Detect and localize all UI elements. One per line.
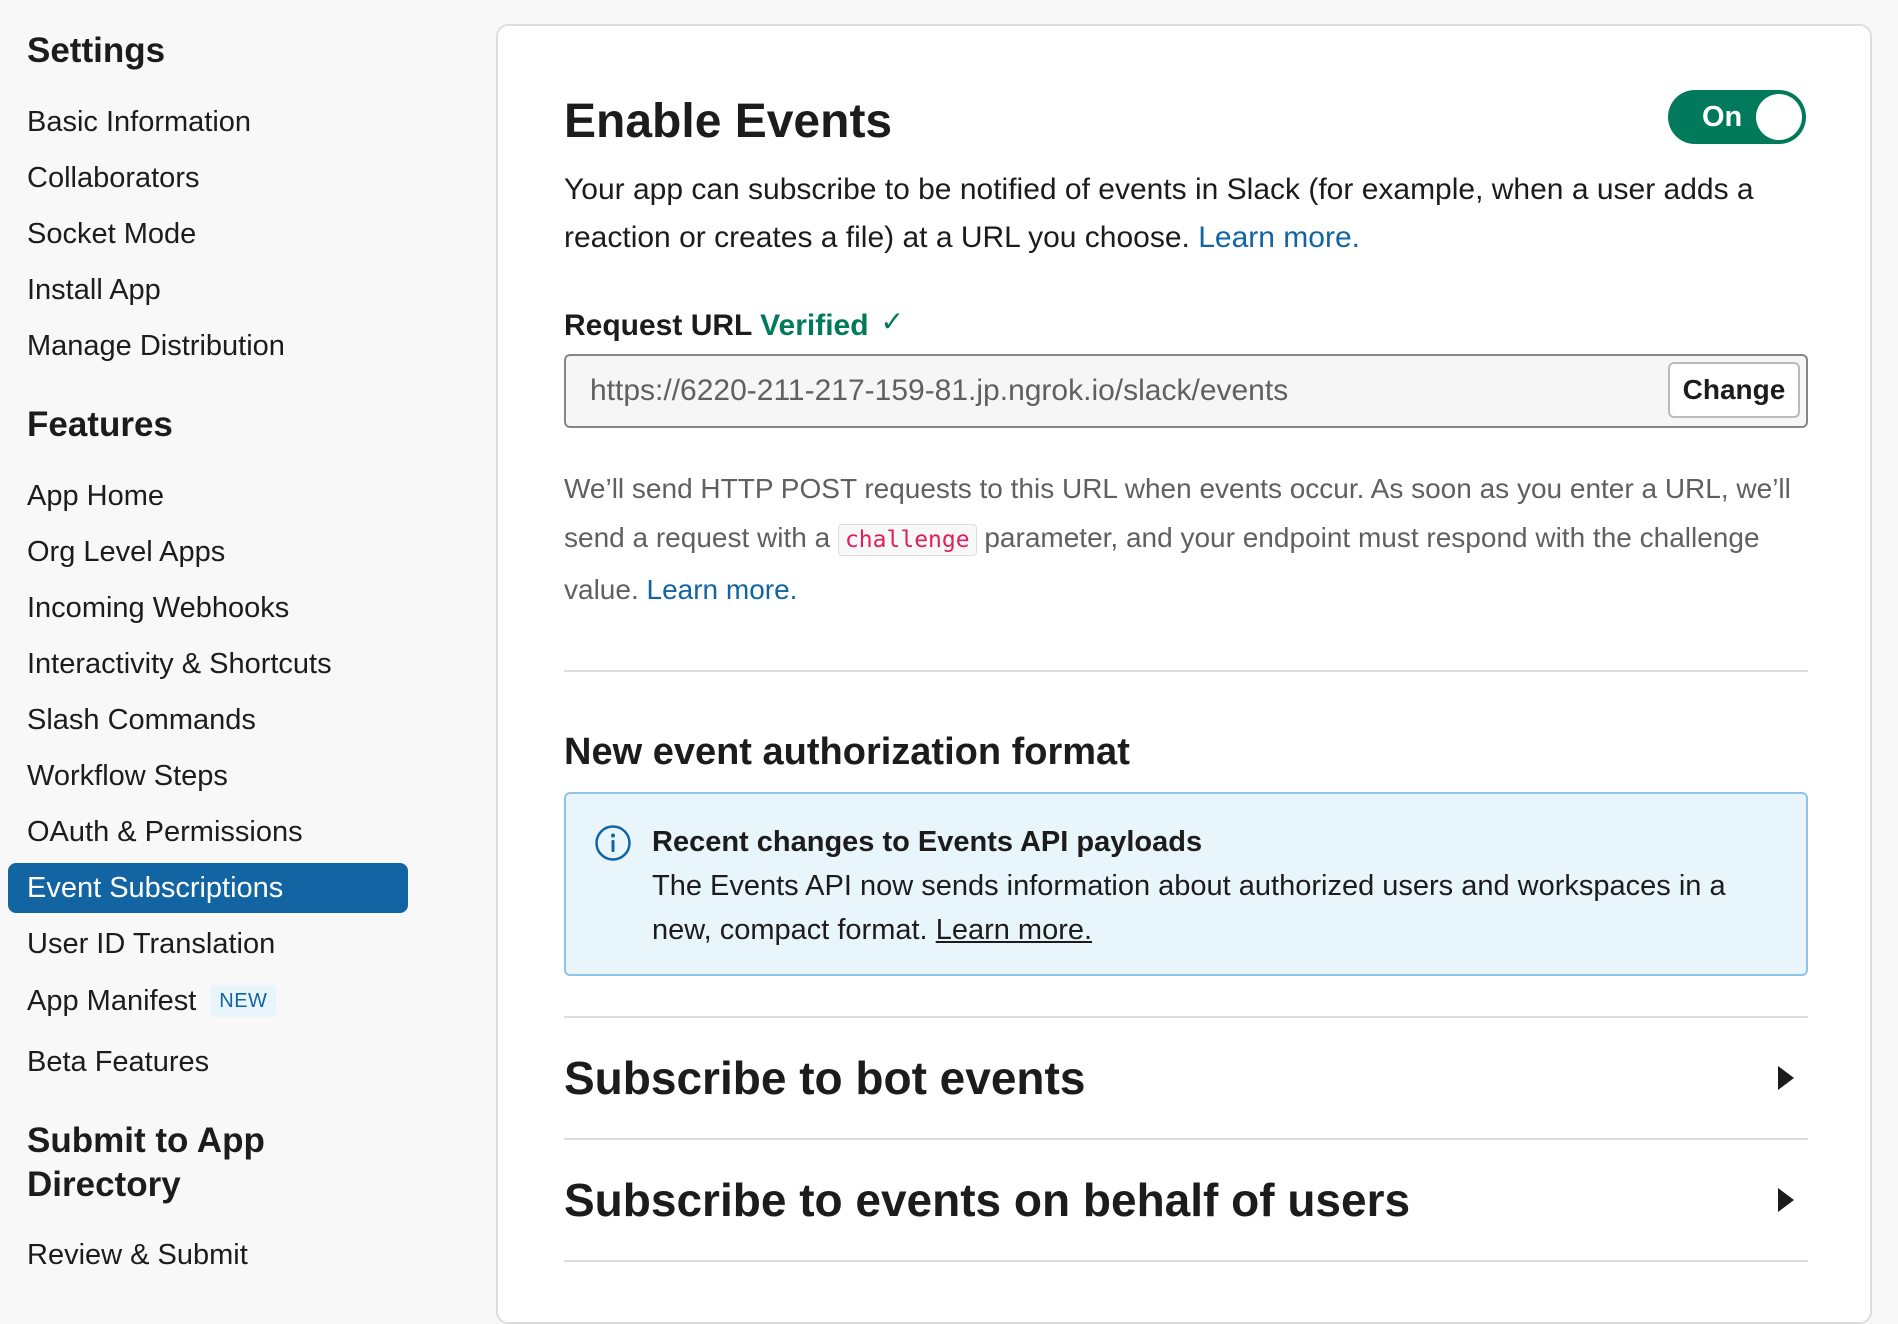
change-url-button[interactable]: Change	[1668, 362, 1800, 418]
challenge-code: challenge	[837, 524, 977, 556]
info-title: Recent changes to Events API payloads	[652, 826, 1203, 858]
page-title: Enable Events	[564, 95, 893, 148]
check-icon: ✓	[880, 306, 905, 337]
auth-format-title: New event authorization format	[564, 731, 1130, 773]
sidebar-item-label: App Manifest	[27, 985, 197, 1017]
section-title: Subscribe to bot events	[564, 1052, 1086, 1104]
learn-more-link[interactable]: Learn more.	[1198, 221, 1360, 254]
sidebar-heading-submit-line1: Submit to App	[27, 1121, 265, 1160]
new-badge: NEW	[210, 985, 277, 1017]
sidebar-item-manage-distribution[interactable]: Manage Distribution	[8, 321, 408, 371]
divider	[564, 1260, 1808, 1262]
sidebar-item-org-level-apps[interactable]: Org Level Apps	[8, 527, 408, 577]
request-url-label: Request URL Verified ✓	[564, 304, 904, 348]
sidebar-heading-submit: Submit to App Directory	[27, 1119, 265, 1207]
caret-right-icon	[1778, 1188, 1794, 1212]
sidebar-item-user-id-translation[interactable]: User ID Translation	[8, 919, 408, 969]
sidebar-item-oauth-permissions[interactable]: OAuth & Permissions	[8, 807, 408, 857]
learn-more-link[interactable]: Learn more.	[647, 574, 798, 605]
info-body: The Events API now sends information abo…	[652, 864, 1772, 952]
info-learn-more-link[interactable]: Learn more.	[936, 914, 1092, 946]
sidebar-item-collaborators[interactable]: Collaborators	[8, 153, 408, 203]
caret-right-icon	[1778, 1066, 1794, 1090]
sidebar-item-slash-commands[interactable]: Slash Commands	[8, 695, 408, 745]
subscribe-user-events-section[interactable]: Subscribe to events on behalf of users	[564, 1140, 1808, 1260]
sidebar-item-workflow-steps[interactable]: Workflow Steps	[8, 751, 408, 801]
subscribe-bot-events-section[interactable]: Subscribe to bot events	[564, 1018, 1808, 1138]
verified-label: Verified	[760, 309, 869, 342]
sidebar: Settings Basic Information Collaborators…	[0, 0, 470, 1296]
sidebar-item-app-home[interactable]: App Home	[8, 471, 408, 521]
toggle-label: On	[1702, 101, 1743, 133]
sidebar-item-review-submit[interactable]: Review & Submit	[8, 1230, 408, 1280]
enable-events-toggle[interactable]: On	[1668, 90, 1806, 144]
request-url-label-text: Request URL	[564, 309, 752, 342]
request-url-help: We’ll send HTTP POST requests to this UR…	[564, 464, 1814, 614]
sidebar-item-basic-information[interactable]: Basic Information	[8, 97, 408, 147]
event-subscriptions-card: Enable Events On Your app can subscribe …	[496, 24, 1872, 1324]
sidebar-heading-settings: Settings	[27, 31, 166, 70]
sidebar-heading-submit-line2: Directory	[27, 1165, 181, 1204]
toggle-knob	[1756, 94, 1802, 140]
section-title: Subscribe to events on behalf of users	[564, 1174, 1411, 1226]
request-url-field[interactable]: https://6220-211-217-159-81.jp.ngrok.io/…	[564, 354, 1808, 428]
info-body-text: The Events API now sends information abo…	[652, 870, 1726, 946]
sidebar-item-event-subscriptions[interactable]: Event Subscriptions	[8, 863, 408, 913]
request-url-value: https://6220-211-217-159-81.jp.ngrok.io/…	[590, 374, 1289, 407]
description-text: Your app can subscribe to be notified of…	[564, 173, 1754, 254]
sidebar-item-interactivity-shortcuts[interactable]: Interactivity & Shortcuts	[8, 639, 408, 689]
sidebar-item-install-app[interactable]: Install App	[8, 265, 408, 315]
info-banner: Recent changes to Events API payloads Th…	[564, 792, 1808, 976]
enable-events-description: Your app can subscribe to be notified of…	[564, 166, 1814, 262]
info-icon	[595, 825, 631, 861]
sidebar-item-incoming-webhooks[interactable]: Incoming Webhooks	[8, 583, 408, 633]
sidebar-item-app-manifest[interactable]: App Manifest NEW	[8, 976, 408, 1026]
sidebar-item-beta-features[interactable]: Beta Features	[8, 1037, 408, 1087]
sidebar-item-socket-mode[interactable]: Socket Mode	[8, 209, 408, 259]
sidebar-heading-features: Features	[27, 405, 173, 444]
divider	[564, 670, 1808, 672]
